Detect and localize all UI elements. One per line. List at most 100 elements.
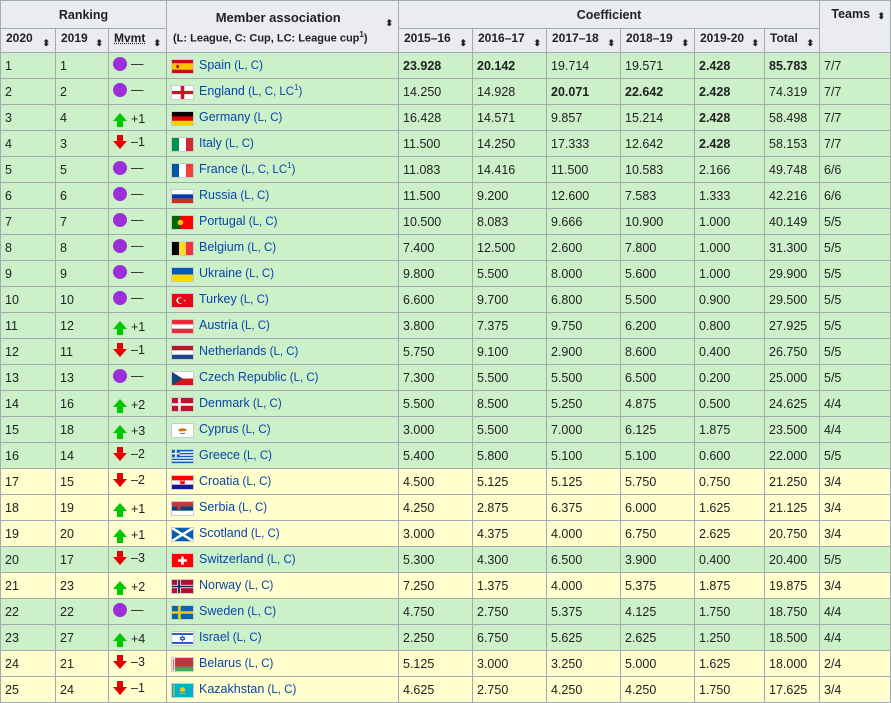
competitions-link[interactable]: (L, C) — [239, 476, 272, 488]
country-link[interactable]: Greece — [199, 448, 240, 462]
member-association-header[interactable]: ⬍ Member association (L: League, C: Cup,… — [166, 0, 399, 53]
competitions-link[interactable]: (L, C) — [235, 502, 267, 514]
competitions-link[interactable]: (L, C) — [241, 658, 274, 670]
belarus-flag-icon[interactable] — [171, 656, 194, 672]
country-link[interactable]: Cyprus — [199, 422, 239, 436]
competitions-link[interactable]: (L, C) — [230, 632, 262, 644]
sort-icon[interactable]: ⬍ — [459, 36, 467, 50]
competitions-link[interactable]: (L, C) — [222, 138, 254, 150]
teams-header[interactable]: ⬍ Teams — [819, 0, 891, 53]
col-2019-20-header[interactable]: 2019-20 ⬍ — [694, 28, 765, 53]
col-2017-18-header[interactable]: 2017–18 ⬍ — [546, 28, 621, 53]
competitions-link[interactable]: (L, C) — [237, 190, 269, 202]
country-link[interactable]: Portugal — [199, 214, 246, 228]
sort-icon[interactable]: ⬍ — [751, 36, 759, 50]
greece-flag-icon[interactable] — [171, 448, 194, 464]
sweden-flag-icon[interactable] — [171, 604, 194, 620]
country-link[interactable]: Netherlands — [199, 344, 266, 358]
sort-icon[interactable]: ⬍ — [385, 16, 393, 30]
country-link[interactable]: Norway — [199, 578, 241, 592]
country-link[interactable]: Croatia — [199, 474, 239, 488]
country-link[interactable]: England — [199, 84, 245, 98]
competitions-link[interactable]: (L, C) — [231, 60, 263, 72]
england-flag-icon[interactable] — [171, 84, 194, 100]
col-2018-19-header[interactable]: 2018–19 ⬍ — [620, 28, 695, 53]
sort-icon[interactable]: ⬍ — [607, 36, 615, 50]
country-link[interactable]: Ukraine — [199, 266, 242, 280]
competitions-link[interactable]: (L, C) — [264, 554, 296, 566]
turkey-flag-icon[interactable] — [171, 292, 194, 308]
col-total-header[interactable]: Total ⬍ — [764, 28, 820, 53]
israel-flag-icon[interactable] — [171, 630, 194, 646]
country-link[interactable]: Spain — [199, 58, 231, 72]
sort-icon[interactable]: ⬍ — [153, 36, 161, 50]
col-2019-header[interactable]: 2019 ⬍ — [55, 28, 109, 53]
col-2016-17-header[interactable]: 2016–17 ⬍ — [472, 28, 547, 53]
denmark-flag-icon[interactable] — [171, 396, 194, 412]
competitions-link[interactable]: (L, C) — [244, 606, 276, 618]
country-link[interactable]: Germany — [199, 110, 250, 124]
competitions-link[interactable]: (L, C) — [250, 112, 283, 124]
belgium-flag-icon[interactable] — [171, 240, 194, 256]
country-link[interactable]: Turkey — [199, 292, 237, 306]
competitions-link[interactable]: (L, C) — [246, 216, 278, 228]
country-link[interactable]: Switzerland — [199, 552, 264, 566]
country-link[interactable]: Italy — [199, 136, 222, 150]
col-mvmt-header[interactable]: Mvmt ⬍ — [108, 28, 167, 53]
country-link[interactable]: Austria — [199, 318, 238, 332]
cyprus-flag-icon[interactable] — [171, 422, 194, 438]
france-flag-icon[interactable] — [171, 162, 194, 178]
country-link[interactable]: Scotland — [199, 526, 248, 540]
austria-flag-icon[interactable] — [171, 318, 194, 334]
competitions-link[interactable]: (L, C) — [239, 424, 271, 436]
competitions-link[interactable]: (L, C) — [241, 580, 274, 592]
country-link[interactable]: Kazakhstan — [199, 682, 264, 696]
competitions-link[interactable]: (L, C) — [238, 320, 270, 332]
scotland-flag-icon[interactable] — [171, 526, 194, 542]
country-link[interactable]: Serbia — [199, 500, 235, 514]
ukraine-flag-icon[interactable] — [171, 266, 194, 282]
country-link[interactable]: Belgium — [199, 240, 244, 254]
sort-icon[interactable]: ⬍ — [681, 36, 689, 50]
competitions-link[interactable]: (L, C) — [250, 398, 282, 410]
portugal-flag-icon[interactable] — [171, 214, 194, 230]
country-link[interactable]: Russia — [199, 188, 237, 202]
sort-icon[interactable]: ⬍ — [806, 36, 814, 50]
coefficient-cell: 0.750 — [694, 468, 765, 495]
country-link[interactable]: France — [199, 162, 238, 176]
rank-2019-cell: 18 — [55, 416, 109, 443]
competitions-text: (L, C) — [241, 320, 270, 333]
country-link[interactable]: Czech Republic — [199, 370, 287, 384]
competitions-link[interactable]: (L, C) — [240, 450, 272, 462]
competitions-link[interactable]: (L, C) — [237, 294, 269, 306]
sort-icon[interactable]: ⬍ — [533, 36, 541, 50]
sort-icon[interactable]: ⬍ — [877, 9, 885, 23]
col-2015-16-header[interactable]: 2015–16 ⬍ — [398, 28, 473, 53]
col-2020-header[interactable]: 2020 ⬍ — [0, 28, 56, 53]
czech-flag-icon[interactable] — [171, 370, 194, 386]
switzerland-flag-icon[interactable] — [171, 552, 194, 568]
competitions-link[interactable]: (L, C, LC1) — [238, 161, 295, 176]
sort-icon[interactable]: ⬍ — [95, 36, 103, 50]
norway-flag-icon[interactable] — [171, 578, 194, 594]
competitions-link[interactable]: (L, C) — [266, 346, 299, 358]
spain-flag-icon[interactable] — [171, 58, 194, 74]
kazakhstan-flag-icon[interactable] — [171, 682, 194, 698]
country-link[interactable]: Belarus — [199, 656, 241, 670]
country-link[interactable]: Israel — [199, 630, 230, 644]
competitions-link[interactable]: (L, C) — [264, 684, 297, 696]
country-link[interactable]: Sweden — [199, 604, 244, 618]
russia-flag-icon[interactable] — [171, 188, 194, 204]
competitions-link[interactable]: (L, C, LC1) — [245, 83, 302, 98]
country-link[interactable]: Denmark — [199, 396, 250, 410]
competitions-link[interactable]: (L, C) — [287, 372, 319, 384]
competitions-link[interactable]: (L, C) — [248, 528, 280, 540]
italy-flag-icon[interactable] — [171, 136, 194, 152]
sort-icon[interactable]: ⬍ — [42, 36, 50, 50]
competitions-link[interactable]: (L, C) — [244, 242, 276, 254]
netherlands-flag-icon[interactable] — [171, 344, 194, 360]
germany-flag-icon[interactable] — [171, 110, 194, 126]
competitions-link[interactable]: (L, C) — [242, 268, 274, 280]
croatia-flag-icon[interactable] — [171, 474, 194, 490]
serbia-flag-icon[interactable] — [171, 500, 194, 516]
